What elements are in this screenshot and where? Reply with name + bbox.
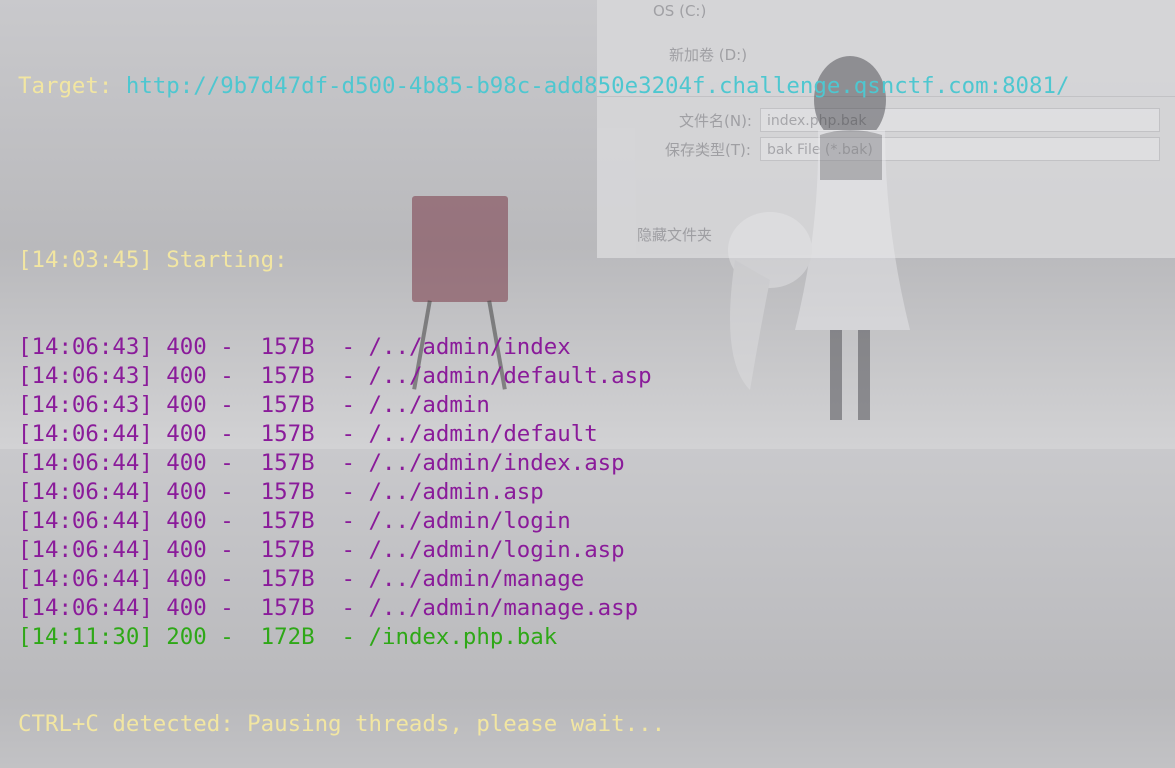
result-time: [14:06:43] <box>18 334 153 360</box>
result-size: 157B <box>260 566 315 592</box>
result-time: [14:06:43] <box>18 363 153 389</box>
result-time: [14:06:44] <box>18 537 153 563</box>
result-path: /../admin/manage.asp <box>368 595 639 621</box>
result-size: 172B <box>260 624 315 650</box>
result-status: 400 <box>166 537 207 563</box>
result-path: /../admin/manage <box>368 566 585 592</box>
result-status: 400 <box>166 334 207 360</box>
result-size: 157B <box>260 363 315 389</box>
result-size: 157B <box>260 595 315 621</box>
result-line: [14:06:43] 400 - 157B - /../admin <box>18 392 490 418</box>
result-status: 400 <box>166 508 207 534</box>
result-line: [14:06:44] 400 - 157B - /../admin/manage… <box>18 595 639 621</box>
result-time: [14:06:44] <box>18 421 153 447</box>
result-status: 400 <box>166 566 207 592</box>
result-path: /../admin/index <box>368 334 571 360</box>
result-path: /../admin <box>368 392 490 418</box>
result-size: 157B <box>260 537 315 563</box>
result-line: [14:06:44] 400 - 157B - /../admin/index.… <box>18 450 625 476</box>
result-line: [14:06:44] 400 - 157B - /../admin/login <box>18 508 571 534</box>
result-size: 157B <box>260 479 315 505</box>
result-time: [14:06:43] <box>18 392 153 418</box>
result-status: 400 <box>166 363 207 389</box>
result-time: [14:11:30] <box>18 624 153 650</box>
result-path: /../admin/default <box>368 421 598 447</box>
result-status: 400 <box>166 421 207 447</box>
target-url: http://9b7d47df-d500-4b85-b98c-add850e32… <box>125 73 1070 99</box>
result-status: 400 <box>166 392 207 418</box>
result-path: /../admin/login.asp <box>368 537 625 563</box>
result-status: 400 <box>166 450 207 476</box>
result-line: [14:06:44] 400 - 157B - /../admin/login.… <box>18 537 625 563</box>
result-line: [14:06:43] 400 - 157B - /../admin/defaul… <box>18 363 652 389</box>
result-line: [14:06:44] 400 - 157B - /../admin.asp <box>18 479 544 505</box>
result-line: [14:06:44] 400 - 157B - /../admin/manage <box>18 566 585 592</box>
result-time: [14:06:44] <box>18 595 153 621</box>
result-time: [14:06:44] <box>18 479 153 505</box>
result-time: [14:06:44] <box>18 508 153 534</box>
target-label: Target: <box>18 73 126 99</box>
result-size: 157B <box>260 334 315 360</box>
starting-line: [14:03:45] Starting: <box>18 247 288 273</box>
result-size: 157B <box>260 508 315 534</box>
result-line: [14:06:43] 400 - 157B - /../admin/index <box>18 334 571 360</box>
result-size: 157B <box>260 421 315 447</box>
result-status: 200 <box>166 624 207 650</box>
result-status: 400 <box>166 479 207 505</box>
result-path: /../admin/default.asp <box>368 363 652 389</box>
result-time: [14:06:44] <box>18 566 153 592</box>
result-path: /../admin.asp <box>368 479 544 505</box>
ctrl-c-line: CTRL+C detected: Pausing threads, please… <box>18 711 666 737</box>
result-time: [14:06:44] <box>18 450 153 476</box>
result-size: 157B <box>260 392 315 418</box>
result-path: /../admin/index.asp <box>368 450 625 476</box>
scan-results: [14:06:43] 400 - 157B - /../admin/index[… <box>18 333 1165 652</box>
result-line: [14:06:44] 400 - 157B - /../admin/defaul… <box>18 421 598 447</box>
result-line: [14:11:30] 200 - 172B - /index.php.bak <box>18 624 558 650</box>
target-line: Target: http://9b7d47df-d500-4b85-b98c-a… <box>18 72 1165 101</box>
terminal-output: Target: http://9b7d47df-d500-4b85-b98c-a… <box>18 14 1165 768</box>
result-path: /index.php.bak <box>368 624 558 650</box>
result-path: /../admin/login <box>368 508 571 534</box>
result-size: 157B <box>260 450 315 476</box>
result-status: 400 <box>166 595 207 621</box>
